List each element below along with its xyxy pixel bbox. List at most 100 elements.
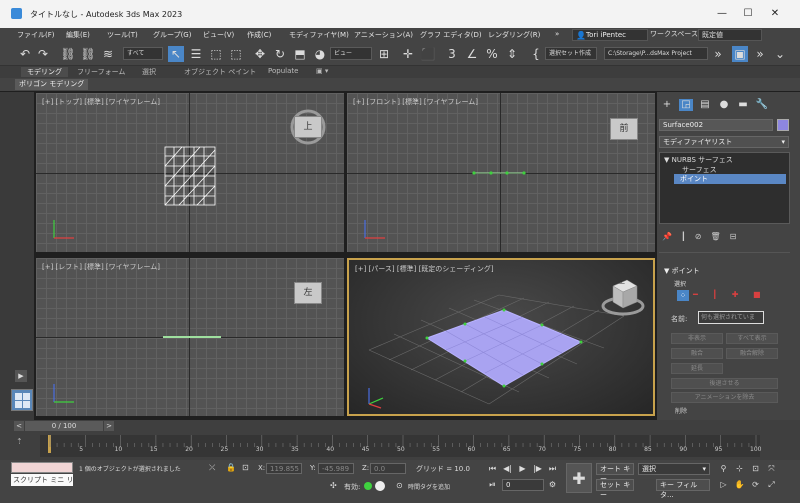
toolbar-customize-icon[interactable]: ⌄ [772,46,788,62]
redo-icon[interactable]: ↷ [35,46,51,62]
modify-tab-icon[interactable]: ◲ [679,99,693,111]
minimize-button[interactable]: — [715,7,729,21]
spinner-snap-icon[interactable]: ⇕ [504,46,520,62]
pan-icon[interactable]: ✋ [733,479,746,491]
viewcube-face[interactable]: 上 [294,116,322,138]
snap-toggle-icon[interactable]: 3 [444,46,460,62]
enabled-indicator-icon[interactable] [364,482,372,490]
set-key-button[interactable]: セット キー [596,479,634,499]
tab-modeling[interactable]: モデリング [21,67,68,77]
viewcube-face[interactable]: 左 [294,282,322,304]
menu-file[interactable]: ファイル(F) [17,30,55,40]
next-frame-icon[interactable]: |▶ [531,463,544,475]
hide-button[interactable]: 非表示 [671,333,723,344]
unfuse-button[interactable]: 融合解除 [726,348,778,359]
remove-animation-button[interactable]: アニメーションを除去 [671,392,778,403]
nurbs-surface-edge[interactable] [471,169,529,177]
scale-icon[interactable]: ⬒ [292,46,308,62]
set-key-big-icon[interactable]: ✚ [566,463,592,493]
previous-frame-icon[interactable]: ◀| [501,463,514,475]
key-filters-button[interactable]: キー フィルタ... [656,479,710,499]
stack-item-nurbs[interactable]: ▼ NURBS サーフェス [664,155,733,165]
angle-snap-icon[interactable]: ∠ [464,46,480,62]
stack-tools-icons[interactable]: 📌┃⊘🗑⊟ [662,232,745,241]
menu-tools[interactable]: ツール(T) [107,30,138,40]
sub-object-level-icons[interactable]: ━ ┃ ✚ ■ [693,290,767,299]
rollout-point-title[interactable]: ▼ ポイント [664,266,700,276]
menu-view[interactable]: ビュー(V) [203,30,234,40]
menu-modifiers[interactable]: モディファイヤ(M) [289,30,349,40]
unlink-icon[interactable]: ⛓ [80,46,96,62]
window-crossing-icon[interactable]: ⬚ [228,46,244,62]
fuse-button[interactable]: 融合 [671,348,723,359]
viewport-left[interactable]: [+] [レフト] [標準] [ワイヤフレーム] 左 [36,258,344,416]
toolbar-more-icon[interactable]: » [752,46,768,62]
select-object-icon[interactable]: ↖ [168,46,184,62]
region-select-icon[interactable]: ⬚ [208,46,224,62]
reference-coordinate-dropdown[interactable]: ビュー [330,47,372,60]
link-icon[interactable]: ⛓ [60,46,76,62]
maximize-button[interactable]: ☐ [741,7,755,21]
user-account[interactable]: 👤 Tori iPentec [572,29,648,41]
ribbon-panel-label[interactable]: ポリゴン モデリング [15,79,89,90]
tab-object-paint[interactable]: オブジェクト ペイント [184,67,256,77]
goto-start-icon[interactable]: ⏮ [486,463,499,475]
menu-edit[interactable]: 編集(E) [66,30,90,40]
maxscript-listener-top[interactable] [11,462,73,473]
auto-key-button[interactable]: オート キー [596,463,634,483]
zoom-extents-icon[interactable]: ⊡ [749,463,762,475]
menu-create[interactable]: 作成(C) [247,30,271,40]
bind-spacewarp-icon[interactable]: ≋ [100,46,116,62]
maxscript-mini-listener[interactable]: スクリプト ミニ リス [11,474,73,486]
time-slider[interactable]: 0 / 100 [25,421,103,431]
time-tag-toggle-icon[interactable] [375,481,385,491]
menu-overflow[interactable]: » [555,30,559,38]
isolate-selection-icon[interactable]: ⤫ [209,463,215,473]
render-setup-icon[interactable]: ▣ [732,46,748,62]
rotate-icon[interactable]: ↻ [272,46,288,62]
timeslider-prev-button[interactable]: < [14,421,24,431]
viewport-left-label[interactable]: [+] [レフト] [標準] [ワイヤフレーム] [42,262,160,272]
unhide-all-button[interactable]: すべて表示 [726,333,778,344]
mini-curve-editor-icon[interactable]: ⇡ [16,437,23,446]
named-selection-dropdown[interactable]: 選択セット作成 [545,47,597,60]
key-selection-dropdown[interactable]: 選択 ▾ [638,463,710,475]
hierarchy-tab-icon[interactable]: ▤ [698,99,712,111]
timeline-ruler[interactable]: 5 10 15 20 25 30 35 40 45 50 55 60 65 70 75 80 85 90 95 100 [40,435,761,457]
zoom-all-icon[interactable]: ⊹ [733,463,746,475]
keyboard-shortcut-icon[interactable]: ⬛ [420,46,436,62]
select-manipulate-icon[interactable]: ✛ [400,46,416,62]
utilities-tab-icon[interactable]: 🔧 [755,99,769,111]
stack-item-point[interactable]: ポイント [674,174,786,184]
undo-icon[interactable]: ↶ [17,46,33,62]
viewport-top[interactable]: [+] [トップ] [標準] [ワイヤフレーム] 上 [36,93,344,252]
key-mode-icon[interactable]: ⏯ [486,479,499,491]
object-color-swatch[interactable] [777,119,789,131]
z-coordinate-field[interactable]: 0.0 [370,463,406,474]
pivot-center-icon[interactable]: ⊞ [376,46,392,62]
toolbar-overflow-icon[interactable]: » [710,46,726,62]
zoom-icon[interactable]: ⚲ [717,463,730,475]
goto-end-icon[interactable]: ⏭ [546,463,559,475]
single-point-icon[interactable]: ⁘ [677,290,689,301]
move-icon[interactable]: ✥ [252,46,268,62]
time-tag-icon[interactable]: ⊙ [396,481,403,490]
add-time-tag-label[interactable]: 時間タグを追加 [408,482,450,491]
current-frame-field[interactable]: 0 [502,479,544,491]
tab-freeform[interactable]: フリーフォーム [77,67,125,77]
menu-animation[interactable]: アニメーション(A) [354,30,413,40]
play-icon[interactable]: ▶ [516,463,529,475]
maximize-viewport-icon[interactable]: ⤢ [765,479,778,491]
selection-filter-dropdown[interactable]: すべて [123,47,163,60]
viewport-layout-icon[interactable] [11,389,33,411]
absolute-mode-icon[interactable]: ⊡ [242,463,249,472]
menu-rendering[interactable]: レンダリング(R) [488,30,540,40]
expand-layout-icon[interactable]: ▶ [15,370,27,382]
viewport-front[interactable]: [+] [フロント] [標準] [ワイヤフレーム] 前 [347,93,655,252]
timeslider-next-button[interactable]: > [104,421,114,431]
display-tab-icon[interactable]: ▬ [736,99,750,111]
time-configuration-icon[interactable]: ⚙ [546,479,559,491]
x-coordinate-field[interactable]: 119.855 [266,463,302,474]
viewcube-face[interactable]: 前 [610,118,638,140]
menu-group[interactable]: グループ(G) [153,30,191,40]
